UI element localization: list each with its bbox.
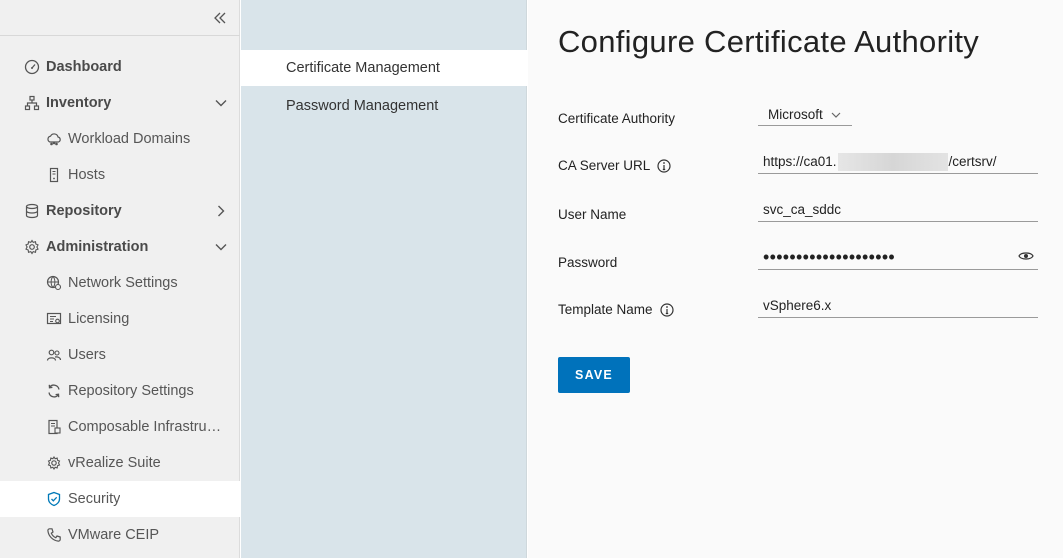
nav-item-network-settings[interactable]: Network Settings bbox=[0, 265, 240, 301]
user-name-label: User Name bbox=[558, 207, 626, 222]
nav-collapse-bar bbox=[0, 0, 240, 36]
security-subnav: Certificate Management Password Manageme… bbox=[241, 0, 527, 558]
hierarchy-icon bbox=[24, 95, 40, 111]
ca-server-url-label: CA Server URL bbox=[558, 158, 671, 173]
user-name-value: svc_ca_sddc bbox=[763, 202, 842, 217]
nav-item-label: Repository bbox=[46, 203, 122, 219]
nav-item-repository[interactable]: Repository bbox=[0, 193, 240, 229]
nav-item-label: Users bbox=[68, 347, 106, 363]
nav-item-label: Network Settings bbox=[68, 275, 178, 291]
nav-item-label: Hosts bbox=[68, 167, 106, 183]
gear-icon bbox=[24, 239, 40, 255]
nav-item-licensing[interactable]: Licensing bbox=[0, 301, 240, 337]
user-name-input[interactable]: svc_ca_sddc bbox=[758, 198, 1038, 222]
nav-item-label: vRealize Suite bbox=[68, 455, 161, 471]
user-name-label-text: User Name bbox=[558, 207, 627, 222]
host-icon bbox=[46, 167, 62, 183]
ca-server-url-prefix: https://ca01. bbox=[763, 154, 837, 169]
ca-label: Certificate Authority bbox=[558, 111, 675, 126]
gauge-icon bbox=[24, 59, 40, 75]
save-button[interactable]: SAVE bbox=[558, 357, 630, 393]
template-name-label: Template Name bbox=[558, 302, 674, 317]
double-chevron-left-icon bbox=[214, 12, 226, 24]
nav-item-label: Inventory bbox=[46, 95, 112, 111]
nav-item-label: Dashboard bbox=[46, 59, 122, 75]
info-icon[interactable] bbox=[657, 158, 671, 173]
ca-label-text: Certificate Authority bbox=[558, 111, 676, 126]
database-icon bbox=[24, 203, 40, 219]
users-icon bbox=[46, 347, 62, 363]
chevron-down-icon bbox=[831, 112, 841, 118]
nav-item-dashboard[interactable]: Dashboard bbox=[0, 49, 240, 85]
chevron-down-icon bbox=[214, 240, 228, 254]
password-label-text: Password bbox=[558, 255, 618, 270]
nav-item-label: Repository Settings bbox=[68, 383, 194, 399]
shield-icon bbox=[46, 491, 62, 507]
password-label: Password bbox=[558, 255, 617, 270]
main-navigation: Dashboard Inventory Workload Domains Hos… bbox=[0, 0, 240, 558]
composable-icon bbox=[46, 419, 62, 435]
nav-item-hosts[interactable]: Hosts bbox=[0, 157, 240, 193]
nav-item-repository-settings[interactable]: Repository Settings bbox=[0, 373, 240, 409]
nav-item-label: Licensing bbox=[68, 311, 130, 327]
cloud-cluster-icon bbox=[46, 131, 62, 147]
subnav-item-label: Password Management bbox=[286, 98, 439, 114]
nav-item-label: Security bbox=[68, 491, 121, 507]
eye-icon[interactable] bbox=[1018, 250, 1034, 262]
nav-item-vrealize-suite[interactable]: vRealize Suite bbox=[0, 445, 240, 481]
license-icon bbox=[46, 311, 62, 327]
nav-item-users[interactable]: Users bbox=[0, 337, 240, 373]
ca-server-url-input[interactable]: https://ca01. /certsrv/ bbox=[758, 150, 1038, 174]
ca-server-url-suffix: /certsrv/ bbox=[948, 154, 997, 169]
ca-server-url-label-text: CA Server URL bbox=[558, 158, 651, 173]
nav-item-label: Administration bbox=[46, 239, 149, 255]
password-value: •••••••••••••••••••• bbox=[763, 246, 896, 267]
redacted-host bbox=[837, 152, 948, 171]
nav-item-label: VMware CEIP bbox=[68, 527, 160, 543]
nav-item-inventory[interactable]: Inventory bbox=[0, 85, 240, 121]
chevron-down-icon bbox=[214, 96, 228, 110]
page-title: Configure Certificate Authority bbox=[558, 24, 980, 59]
password-input[interactable]: •••••••••••••••••••• bbox=[758, 246, 1038, 270]
phone-icon bbox=[46, 527, 62, 543]
ca-select-value: Microsoft bbox=[768, 107, 823, 122]
template-name-input[interactable]: vSphere6.x bbox=[758, 294, 1038, 318]
nav-item-administration[interactable]: Administration bbox=[0, 229, 240, 265]
template-name-label-text: Template Name bbox=[558, 302, 653, 317]
ca-select[interactable]: Microsoft bbox=[758, 104, 852, 126]
info-icon[interactable] bbox=[659, 302, 674, 317]
nav-item-security[interactable]: Security bbox=[0, 481, 240, 517]
gear-small-icon bbox=[46, 455, 62, 471]
subnav-item-password-management[interactable]: Password Management bbox=[241, 88, 527, 124]
nav-item-label: Composable Infrastructure bbox=[68, 419, 223, 435]
nav-item-label: Workload Domains bbox=[68, 131, 191, 147]
nav-list: Dashboard Inventory Workload Domains Hos… bbox=[0, 49, 240, 553]
network-globe-icon bbox=[46, 275, 62, 291]
nav-item-composable-infrastructure[interactable]: Composable Infrastructure bbox=[0, 409, 240, 445]
subnav-item-certificate-management[interactable]: Certificate Management bbox=[241, 50, 527, 86]
nav-item-workload-domains[interactable]: Workload Domains bbox=[0, 121, 240, 157]
main-content: Configure Certificate Authority Certific… bbox=[528, 0, 1063, 558]
template-name-value: vSphere6.x bbox=[763, 298, 832, 313]
chevron-right-icon bbox=[214, 204, 228, 218]
subnav-item-label: Certificate Management bbox=[286, 60, 440, 76]
collapse-nav-button[interactable] bbox=[210, 8, 230, 28]
nav-item-vmware-ceip[interactable]: VMware CEIP bbox=[0, 517, 240, 553]
sync-icon bbox=[46, 383, 62, 399]
